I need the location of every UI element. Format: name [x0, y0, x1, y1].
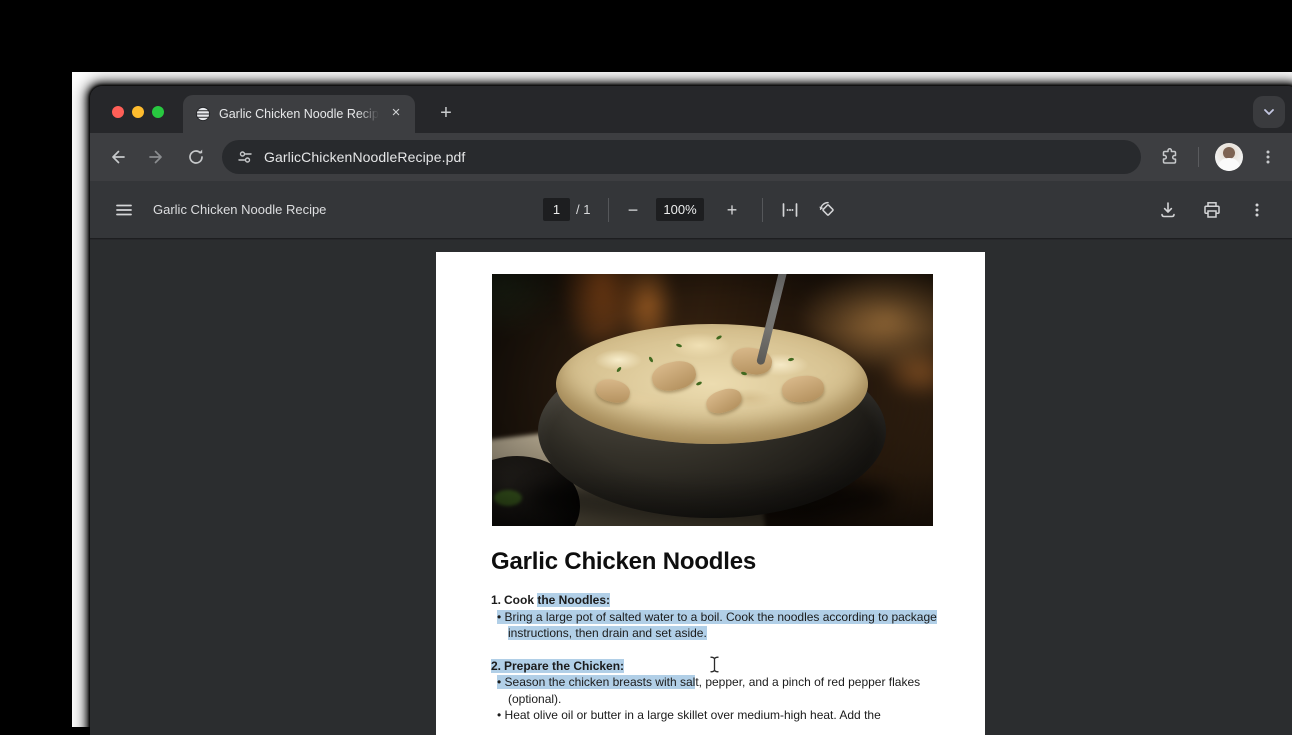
bullet-selected-text: Bring a large pot of salted water to a b…: [505, 610, 937, 641]
page-count-label: / 1: [576, 202, 590, 217]
pdf-toolbar-divider-2: [762, 198, 763, 222]
window-controls: [112, 106, 164, 118]
recipe-bullet: • Season the chicken breasts with salt, …: [491, 674, 946, 707]
url-text: GarlicChickenNoodleRecipe.pdf: [264, 149, 465, 165]
bullet-glyph: •: [497, 708, 501, 722]
browser-window: Garlic Chicken Noodle Recipe × + GarlicC…: [90, 86, 1292, 735]
pdf-toolbar: Garlic Chicken Noodle Recipe 1 / 1 − 100…: [90, 181, 1292, 239]
pdf-toolbar-divider: [608, 198, 609, 222]
bullet-glyph: •: [497, 675, 501, 689]
download-icon: [1158, 200, 1178, 220]
pdf-page[interactable]: Garlic Chicken Noodles 1.Cook the Noodle…: [436, 252, 985, 735]
rotate-counterclockwise-icon: [818, 200, 838, 220]
fit-width-icon: [780, 200, 800, 220]
globe-favicon-icon: [195, 106, 211, 122]
kebab-menu-icon: [1248, 201, 1266, 219]
toolbar-divider: [1198, 147, 1199, 167]
bullet-text: Heat olive oil or butter in a large skil…: [505, 708, 881, 722]
rotate-button[interactable]: [812, 194, 844, 226]
bullet-selected-text: Season the chicken breasts with sal: [505, 675, 696, 689]
step-heading-selected-text: Prepare the Chicken:: [504, 659, 624, 673]
back-button[interactable]: [100, 140, 134, 174]
profile-avatar[interactable]: [1215, 143, 1243, 171]
tab-close-icon[interactable]: ×: [385, 102, 407, 124]
hamburger-icon: [114, 200, 134, 220]
fullscreen-window-button[interactable]: [152, 106, 164, 118]
page-number-input[interactable]: 1: [543, 198, 570, 221]
back-arrow-icon: [107, 147, 127, 167]
zoom-in-button[interactable]: +: [716, 194, 748, 226]
photo-vignette: [492, 274, 933, 526]
recipe-title: Garlic Chicken Noodles: [491, 548, 756, 576]
avatar-body-shape: [1218, 158, 1240, 171]
step-number: 2.: [491, 658, 504, 675]
forward-button[interactable]: [140, 140, 174, 174]
new-tab-button[interactable]: +: [432, 100, 460, 128]
recipe-bullet: • Heat olive oil or butter in a large sk…: [491, 707, 946, 724]
step-heading-1: 1.Cook the Noodles:: [491, 592, 946, 609]
pdf-document-title: Garlic Chicken Noodle Recipe: [153, 202, 326, 217]
chevron-down-icon: [1262, 105, 1276, 119]
pdf-viewer[interactable]: Garlic Chicken Noodles 1.Cook the Noodle…: [90, 240, 1292, 735]
bullet-glyph: •: [497, 610, 501, 624]
address-bar[interactable]: GarlicChickenNoodleRecipe.pdf: [222, 140, 1141, 174]
step-heading-selected-text: the Noodles:: [537, 593, 610, 607]
download-button[interactable]: [1152, 194, 1184, 226]
forward-arrow-icon: [147, 147, 167, 167]
reload-button[interactable]: [179, 140, 213, 174]
reload-icon: [186, 147, 206, 167]
minimize-window-button[interactable]: [132, 106, 144, 118]
text-cursor-ibeam: [710, 656, 719, 673]
recipe-photo: [492, 274, 933, 526]
site-settings-icon[interactable]: [236, 148, 254, 166]
tab-search-button[interactable]: [1253, 96, 1285, 128]
tab-strip: Garlic Chicken Noodle Recipe × +: [90, 86, 1292, 133]
pdf-more-options-button[interactable]: [1241, 194, 1273, 226]
tab-title: Garlic Chicken Noodle Recipe: [219, 107, 379, 121]
puzzle-icon: [1160, 147, 1180, 167]
fit-to-width-button[interactable]: [774, 194, 806, 226]
browser-menu-button[interactable]: [1251, 140, 1285, 174]
kebab-menu-icon: [1259, 148, 1277, 166]
browser-toolbar: GarlicChickenNoodleRecipe.pdf: [90, 133, 1292, 181]
zoom-out-button[interactable]: −: [617, 194, 649, 226]
step-number: 1.: [491, 592, 504, 609]
close-window-button[interactable]: [112, 106, 124, 118]
step-heading-text: Cook: [504, 593, 537, 607]
print-button[interactable]: [1196, 194, 1228, 226]
recipe-bullet: • Bring a large pot of salted water to a…: [491, 609, 946, 642]
extensions-button[interactable]: [1153, 140, 1187, 174]
zoom-level-value[interactable]: 100%: [656, 198, 704, 221]
printer-icon: [1202, 200, 1222, 220]
tab-title-fade: [358, 95, 384, 133]
pdf-menu-button[interactable]: [108, 194, 140, 226]
